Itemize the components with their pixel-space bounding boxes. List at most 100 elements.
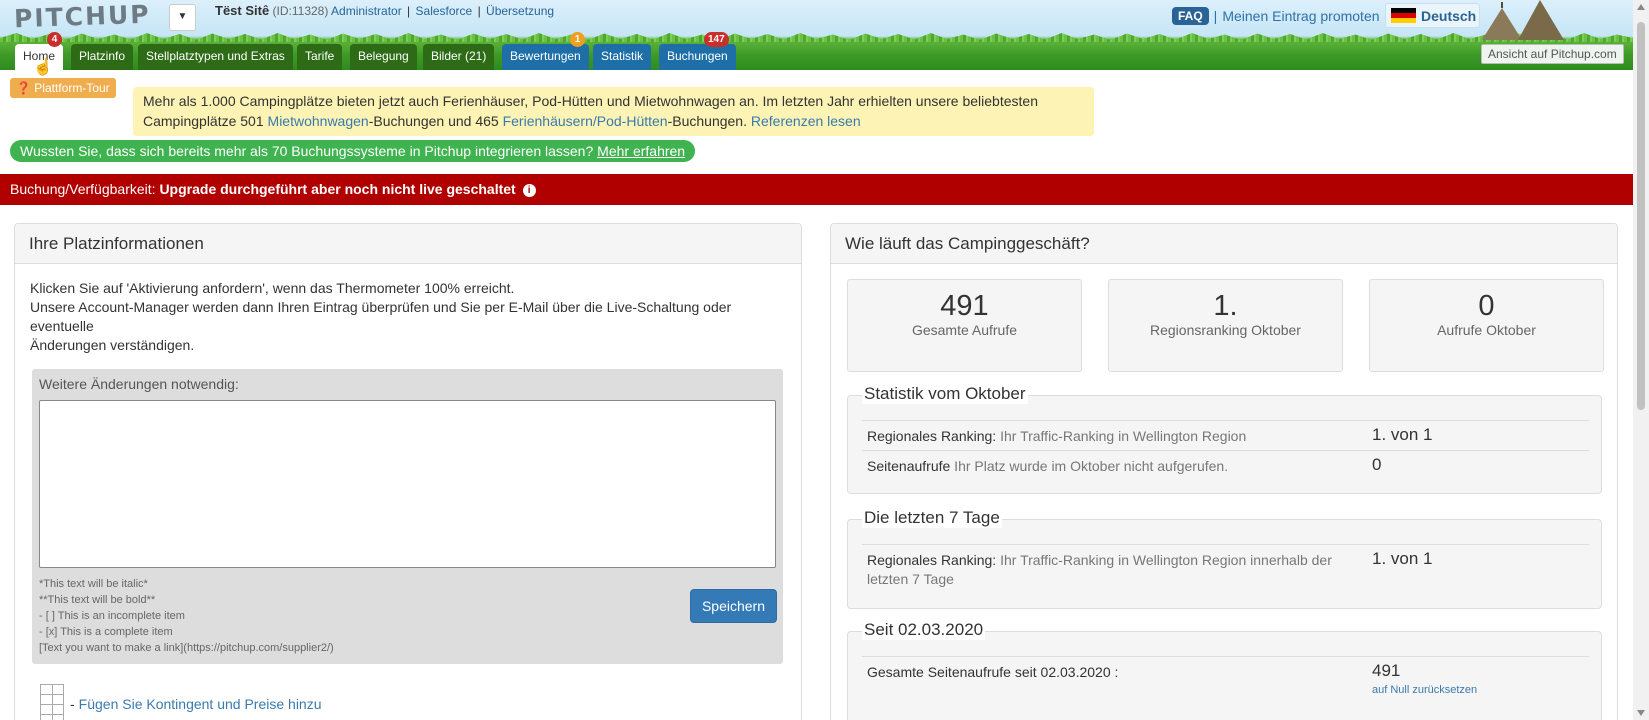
tab-platzinfo[interactable]: Platzinfo bbox=[71, 44, 134, 70]
markdown-help-line: **This text will be bold** bbox=[39, 594, 156, 606]
tab-label: Bilder (21) bbox=[431, 49, 487, 63]
row-value: 491 bbox=[1372, 661, 1401, 680]
tab-label: Stellplatztypen und Extras bbox=[146, 49, 285, 63]
stat-value: 491 bbox=[940, 290, 989, 322]
promo-text: Campingplätze 501 bbox=[143, 113, 268, 129]
markdown-help: *This text will be italic* **This text w… bbox=[39, 576, 334, 656]
stat-value: 1. bbox=[1213, 290, 1238, 322]
scroll-down-arrow-icon[interactable] bbox=[1637, 710, 1645, 716]
row-desc: Ihr Traffic-Ranking in Wellington Region bbox=[996, 428, 1247, 444]
tab-tarife[interactable]: Tarife bbox=[297, 44, 343, 70]
stat-region-ranking: 1. Regionsranking Oktober bbox=[1108, 279, 1343, 372]
promo-line1: Mehr als 1.000 Campingplätze bieten jetz… bbox=[143, 93, 1038, 109]
intro-line: Klicken Sie auf 'Aktivierung anfordern',… bbox=[30, 280, 515, 296]
language-selector[interactable]: Deutsch bbox=[1385, 3, 1480, 28]
tab-label: Bewertungen bbox=[510, 49, 581, 63]
systems-text: Wussten Sie, dass sich bereits mehr als … bbox=[20, 143, 598, 159]
promote-listing-link[interactable]: Meinen Eintrag promoten bbox=[1222, 8, 1379, 24]
row-desc: Ihr Platz wurde im Oktober nicht aufgeru… bbox=[950, 458, 1229, 474]
tab-label: Belegung bbox=[358, 49, 409, 63]
changes-textarea[interactable] bbox=[39, 400, 776, 568]
promo-notice: Mehr als 1.000 Campingplätze bieten jetz… bbox=[133, 87, 1094, 136]
platform-tour-label: Plattform-Tour bbox=[34, 81, 110, 95]
faq-button[interactable]: FAQ bbox=[1172, 7, 1209, 25]
stat-row: Regionales Ranking: Ihr Traffic-Ranking … bbox=[862, 544, 1589, 594]
row-key: Gesamte Seitenaufrufe seit 02.03.2020 : bbox=[867, 664, 1119, 680]
page-scrollbar[interactable] bbox=[1633, 0, 1649, 720]
stat-label: Gesamte Aufrufe bbox=[911, 322, 1018, 338]
changes-label: Weitere Änderungen notwendig: bbox=[39, 376, 239, 392]
business-stats-panel: Wie läuft das Campinggeschäft? 491 Gesam… bbox=[830, 223, 1618, 720]
stat-value: 0 bbox=[1478, 290, 1495, 322]
view-on-pitchup-button[interactable]: Ansicht auf Pitchup.com bbox=[1481, 44, 1624, 64]
row-key: Regionales Ranking: bbox=[867, 428, 997, 444]
tab-buchungen[interactable]: Buchungen 147 bbox=[659, 32, 736, 70]
site-switcher-dropdown[interactable]: ▼ bbox=[169, 4, 196, 31]
tab-label: Platzinfo bbox=[79, 49, 126, 63]
row-key: Seitenaufrufe bbox=[867, 458, 951, 474]
tents-decoration bbox=[1482, 0, 1564, 40]
save-button[interactable]: Speichern bbox=[690, 589, 777, 623]
tab-bilder[interactable]: Bilder (21) bbox=[423, 44, 495, 70]
ferienhaeuser-link[interactable]: Ferienhäusern/Pod-Hütten bbox=[503, 113, 668, 129]
status-value: Upgrade durchgeführt aber noch nicht liv… bbox=[159, 181, 516, 197]
stat-row: Gesamte Seitenaufrufe seit 02.03.2020 : … bbox=[862, 656, 1589, 706]
status-label: Buchung/Verfügbarkeit: bbox=[10, 181, 160, 197]
pitchup-logo[interactable]: PITCHUP bbox=[14, 0, 152, 33]
platform-tour-button[interactable]: ❓ Plattform-Tour bbox=[10, 78, 116, 98]
tab-label: Statistik bbox=[601, 49, 644, 63]
site-id: (ID:11328) bbox=[272, 4, 329, 18]
intro-line: Änderungen verständigen. bbox=[30, 337, 195, 353]
promo-text: -Buchungen und 465 bbox=[368, 113, 503, 129]
stat-label: Aufrufe Oktober bbox=[1437, 322, 1536, 338]
markdown-help-line: - [ ] This is an incomplete item bbox=[39, 610, 185, 622]
stat-row: Regionales Ranking: Ihr Traffic-Ranking … bbox=[862, 420, 1589, 450]
info-icon[interactable]: i bbox=[522, 183, 536, 197]
scroll-up-arrow-icon[interactable] bbox=[1637, 4, 1645, 10]
intro-text: Klicken Sie auf 'Aktivierung anfordern',… bbox=[30, 279, 790, 355]
mietwohnwagen-link[interactable]: Mietwohnwagen bbox=[268, 113, 369, 129]
app-header: PITCHUP ▼ Tëst Sitê (ID:11328) Administr… bbox=[0, 0, 1633, 70]
markdown-help-line: [Text you want to make a link](https://p… bbox=[39, 642, 334, 654]
changes-section: Weitere Änderungen notwendig: *This text… bbox=[32, 369, 783, 664]
learn-more-link[interactable]: Mehr erfahren bbox=[597, 143, 685, 159]
administrator-link[interactable]: Administrator bbox=[331, 4, 402, 18]
tab-statistik[interactable]: Statistik bbox=[593, 44, 652, 70]
tab-label: Buchungen bbox=[667, 49, 728, 63]
panel-title: Ihre Platzinformationen bbox=[15, 224, 801, 264]
add-availability-link[interactable]: Fügen Sie Kontingent und Preise hinzu bbox=[79, 696, 322, 712]
german-flag-icon bbox=[1391, 8, 1416, 23]
tab-label: Tarife bbox=[305, 49, 335, 63]
last-7-days-stats: Die letzten 7 Tage Regionales Ranking: I… bbox=[847, 508, 1602, 609]
since-date-stats: Seit 02.03.2020 Gesamte Seitenaufrufe se… bbox=[847, 620, 1602, 720]
panel-title: Wie läuft das Campinggeschäft? bbox=[831, 224, 1617, 264]
scrollbar-thumb[interactable] bbox=[1637, 22, 1645, 410]
fieldset-legend: Seit 02.03.2020 bbox=[862, 620, 986, 640]
hand-cursor-icon: ☝ bbox=[33, 59, 53, 76]
row-value: 1. von 1 bbox=[1372, 425, 1433, 444]
fieldset-legend: Statistik vom Oktober bbox=[862, 384, 1028, 404]
fieldset-legend: Die letzten 7 Tage bbox=[862, 508, 1002, 528]
stat-label: Regionsranking Oktober bbox=[1150, 322, 1301, 338]
add-availability-row: - Fügen Sie Kontingent und Preise hinzu bbox=[40, 684, 322, 720]
site-info: Tëst Sitê (ID:11328) Administrator | Sal… bbox=[215, 3, 555, 18]
translation-link[interactable]: Übersetzung bbox=[486, 4, 554, 18]
reset-counter-link[interactable]: auf Null zurücksetzen bbox=[1372, 684, 1477, 696]
stat-total-views: 491 Gesamte Aufrufe bbox=[847, 279, 1082, 372]
row-value: 0 bbox=[1372, 455, 1382, 474]
tab-belegung[interactable]: Belegung bbox=[350, 44, 417, 70]
calendar-grid-icon bbox=[40, 684, 64, 720]
tab-bewertungen[interactable]: Bewertungen 1 bbox=[502, 32, 589, 70]
salesforce-link[interactable]: Salesforce bbox=[416, 4, 473, 18]
home-badge: 4 bbox=[47, 32, 62, 47]
markdown-help-line: - [x] This is a complete item bbox=[39, 626, 173, 638]
question-circle-icon: ❓ bbox=[16, 81, 31, 95]
intro-line: Unsere Account-Manager werden dann Ihren… bbox=[30, 299, 732, 334]
grass-decoration bbox=[0, 33, 1633, 42]
booking-systems-notice: Wussten Sie, dass sich bereits mehr als … bbox=[10, 140, 696, 162]
markdown-help-line: *This text will be italic* bbox=[39, 578, 148, 590]
tab-stellplatztypen[interactable]: Stellplatztypen und Extras bbox=[138, 44, 293, 70]
site-name: Tëst Sitê bbox=[215, 3, 270, 18]
promo-text: -Buchungen. bbox=[667, 113, 751, 129]
references-link[interactable]: Referenzen lesen bbox=[751, 113, 861, 129]
